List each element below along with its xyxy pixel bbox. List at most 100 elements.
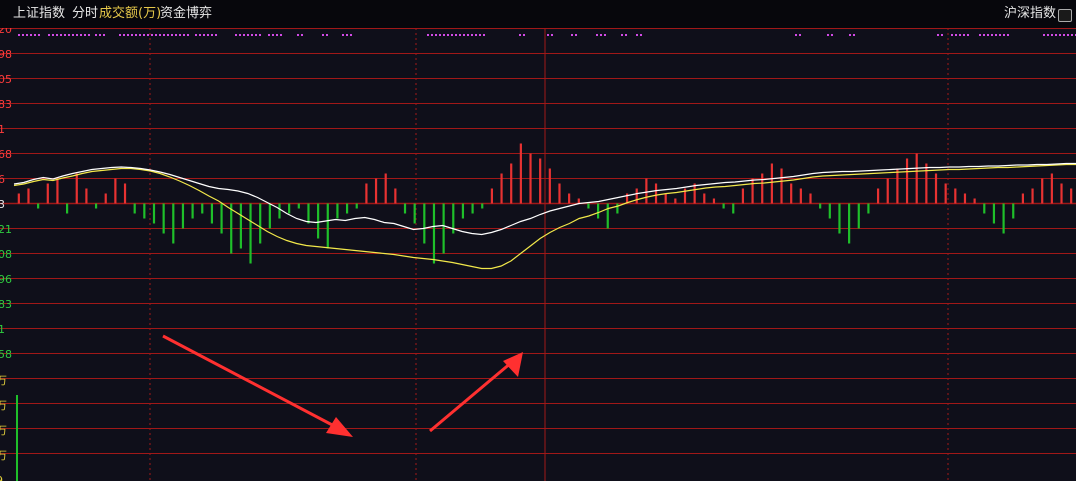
signal-marker: [18, 34, 20, 36]
signal-marker: [431, 34, 433, 36]
volume-tick-label: 万: [0, 399, 7, 412]
volume-tick-label: 9: [0, 474, 3, 481]
signal-marker: [523, 34, 525, 36]
signal-marker: [175, 34, 177, 36]
signal-marker: [22, 34, 24, 36]
y-tick-label: 05: [0, 73, 12, 86]
signal-marker: [463, 34, 465, 36]
signal-marker: [342, 34, 344, 36]
collapse-icon[interactable]: [1058, 9, 1072, 22]
signal-marker: [72, 34, 74, 36]
signal-marker: [346, 34, 348, 36]
signal-marker: [143, 34, 145, 36]
signal-marker: [272, 34, 274, 36]
signal-marker: [171, 34, 173, 36]
y-tick-label: 6: [0, 173, 5, 186]
signal-marker: [187, 34, 189, 36]
signal-marker: [459, 34, 461, 36]
signal-marker: [621, 34, 623, 36]
signal-marker: [596, 34, 598, 36]
signal-marker: [235, 34, 237, 36]
signal-marker: [84, 34, 86, 36]
y-tick-label: 58: [0, 348, 12, 361]
market-selector[interactable]: 沪深指数: [1004, 6, 1056, 22]
signal-marker: [239, 34, 241, 36]
signal-marker: [937, 34, 939, 36]
signal-marker: [30, 34, 32, 36]
signal-marker: [979, 34, 981, 36]
signal-marker: [987, 34, 989, 36]
y-tick-label: 21: [0, 223, 12, 236]
signal-marker: [199, 34, 201, 36]
signal-marker: [795, 34, 797, 36]
signal-marker: [831, 34, 833, 36]
signal-marker: [215, 34, 217, 36]
signal-marker: [159, 34, 161, 36]
signal-marker: [95, 34, 97, 36]
signal-marker: [163, 34, 165, 36]
signal-marker: [827, 34, 829, 36]
signal-marker: [483, 34, 485, 36]
volume-tick-label: 万: [0, 449, 7, 462]
signal-marker: [203, 34, 205, 36]
y-tick-label: 20: [0, 28, 12, 36]
y-tick-label: 98: [0, 48, 12, 61]
intraday-chart: 209805831686321089683158 万万万万9: [0, 28, 1076, 481]
y-tick-label: 83: [0, 98, 12, 111]
tab-timeshare[interactable]: 分时: [72, 6, 98, 22]
y-tick-label: 68: [0, 148, 12, 161]
signal-marker: [64, 34, 66, 36]
y-tick-label: 1: [0, 123, 5, 136]
signal-marker: [435, 34, 437, 36]
signal-marker: [427, 34, 429, 36]
signal-marker: [959, 34, 961, 36]
signal-marker: [447, 34, 449, 36]
signal-marker: [255, 34, 257, 36]
signal-marker: [147, 34, 149, 36]
y-tick-label: 83: [0, 298, 12, 311]
signal-marker: [103, 34, 105, 36]
signal-marker: [139, 34, 141, 36]
signal-marker: [849, 34, 851, 36]
y-tick-label: 08: [0, 248, 12, 261]
signal-marker: [52, 34, 54, 36]
signal-marker: [297, 34, 299, 36]
signal-marker: [455, 34, 457, 36]
signal-marker: [951, 34, 953, 36]
signal-marker: [479, 34, 481, 36]
signal-marker: [963, 34, 965, 36]
tab-volume[interactable]: 成交额(万): [99, 6, 161, 22]
signal-marker: [326, 34, 328, 36]
signal-marker: [1067, 34, 1069, 36]
signal-marker: [167, 34, 169, 36]
volume-tick-label: 万: [0, 374, 7, 387]
y-tick-label: 96: [0, 273, 12, 286]
tab-fund-flow[interactable]: 资金博弈: [160, 6, 212, 22]
y-tick-label: 3: [0, 198, 5, 211]
signal-marker: [60, 34, 62, 36]
chart-header: 上证指数 分时 成交额(万) 资金博弈 沪深指数: [0, 0, 1076, 28]
signal-marker: [243, 34, 245, 36]
signal-marker: [135, 34, 137, 36]
signal-marker: [1007, 34, 1009, 36]
signal-marker: [155, 34, 157, 36]
signal-marker: [1043, 34, 1045, 36]
signal-marker: [259, 34, 261, 36]
signal-marker: [1059, 34, 1061, 36]
signal-marker: [1051, 34, 1053, 36]
plot-background: [0, 28, 1076, 481]
signal-marker: [1055, 34, 1057, 36]
signal-marker: [301, 34, 303, 36]
signal-marker: [322, 34, 324, 36]
signal-marker: [350, 34, 352, 36]
signal-marker: [1047, 34, 1049, 36]
signal-marker: [471, 34, 473, 36]
signal-marker: [179, 34, 181, 36]
signal-marker: [251, 34, 253, 36]
signal-marker: [80, 34, 82, 36]
signal-marker: [195, 34, 197, 36]
signal-marker: [439, 34, 441, 36]
index-name[interactable]: 上证指数: [13, 6, 65, 22]
signal-marker: [76, 34, 78, 36]
signal-marker: [575, 34, 577, 36]
